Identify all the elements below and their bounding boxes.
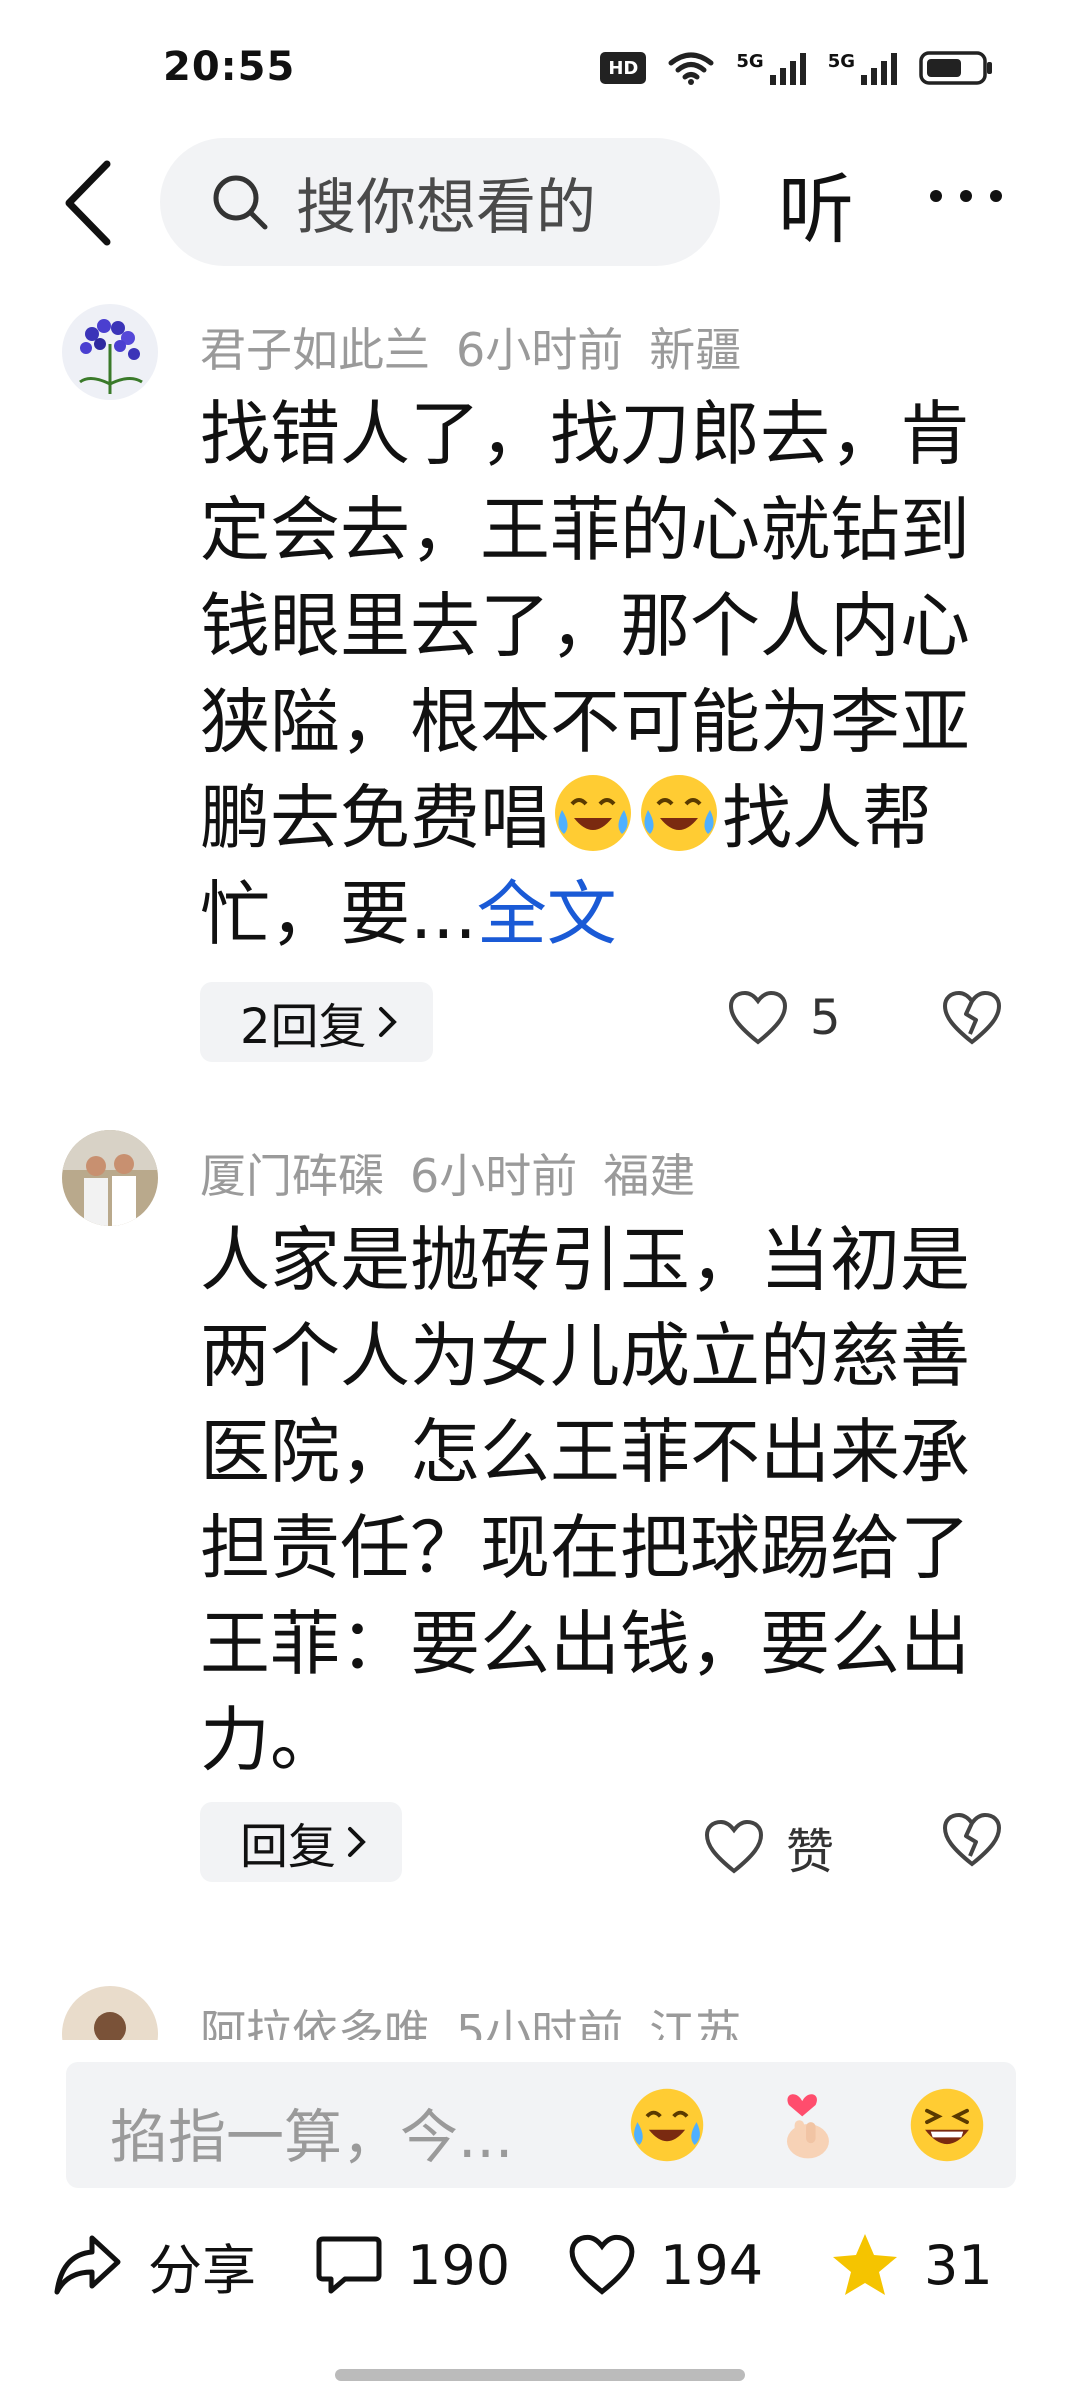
comment-time: 6小时前 — [410, 1149, 578, 1203]
comment-time: 5小时前 — [456, 2005, 624, 2040]
comment-location: 新疆 — [649, 323, 742, 377]
comment-count: 190 — [407, 2233, 511, 2297]
more-options-icon[interactable] — [930, 190, 1002, 202]
chevron-right-icon — [378, 1007, 397, 1037]
avatar[interactable] — [62, 304, 158, 400]
full-text-link[interactable]: 全文 — [477, 873, 617, 955]
heart-icon — [569, 2234, 635, 2295]
status-icons: HD 5G 5G — [600, 50, 995, 86]
comment-username[interactable]: 君子如此兰 — [200, 323, 430, 377]
comment-location: 福建 — [603, 1149, 696, 1203]
signal-icon-2: 5G — [828, 51, 897, 85]
comment-input-placeholder: 掐指一算，今... — [110, 2103, 514, 2171]
grinning-squinting-emoji-icon[interactable] — [906, 2084, 988, 2166]
wifi-icon — [668, 52, 714, 85]
search-icon — [213, 175, 268, 230]
comment-location: 江苏 — [649, 2005, 742, 2040]
comment-text[interactable]: 人家是抛砖引玉，当初是两个人为女儿成立的慈善医院，怎么王菲不出来承担责任？现在把… — [200, 1212, 990, 1788]
comment-meta: 阿拉依多唯 5小时前 江苏 — [200, 1996, 767, 2040]
home-indicator[interactable] — [335, 2369, 745, 2381]
comment-meta: 厦门砗磲 6小时前 福建 — [200, 1140, 721, 1206]
dislike-button[interactable] — [942, 990, 1002, 1050]
status-time: 20:55 — [163, 44, 296, 90]
comment-time: 6小时前 — [456, 323, 624, 377]
crying-laughing-emoji-icon[interactable] — [626, 2084, 708, 2166]
avatar[interactable] — [62, 1130, 158, 1226]
dislike-button[interactable] — [942, 1812, 1002, 1872]
battery-icon — [919, 51, 992, 85]
comment-username[interactable]: 阿拉依多唯 — [200, 2005, 430, 2040]
search-placeholder: 搜你想看的 — [296, 172, 596, 243]
broken-heart-icon — [942, 990, 1002, 1045]
status-bar: 20:55 HD 5G 5G — [0, 0, 1080, 140]
crying-laughing-emoji-icon — [641, 775, 717, 851]
like-post-button[interactable]: 194 — [568, 2210, 763, 2320]
avatar[interactable] — [62, 1986, 158, 2040]
favorite-count: 31 — [924, 2233, 993, 2297]
back-arrow-icon — [65, 160, 111, 246]
comment-bubble-icon — [316, 2236, 382, 2294]
like-label: 赞 — [786, 1824, 835, 1880]
broken-heart-icon — [942, 1812, 1002, 1867]
like-button[interactable]: 赞 — [704, 1812, 834, 1882]
hd-icon: HD — [600, 52, 647, 84]
crying-laughing-emoji-icon — [555, 775, 631, 851]
share-button[interactable]: 分享 — [52, 2210, 256, 2320]
favorite-button[interactable]: 31 — [830, 2210, 993, 2320]
comment-button[interactable]: 190 — [315, 2210, 510, 2320]
chevron-right-icon — [348, 1827, 366, 1857]
comment-item-partial: 阿拉依多唯 5小时前 江苏 — [0, 1960, 1080, 2040]
like-button[interactable]: 5 — [728, 990, 841, 1046]
header: 搜你想看的 听 — [0, 130, 1080, 270]
back-button[interactable] — [52, 158, 122, 248]
comment-input[interactable]: 掐指一算，今... — [66, 2062, 1016, 2188]
heart-icon — [704, 1819, 764, 1874]
search-input[interactable]: 搜你想看的 — [160, 138, 720, 266]
star-icon — [833, 2234, 897, 2295]
reply-button[interactable]: 回复 — [200, 1802, 403, 1882]
reply-button[interactable]: 2回复 — [200, 982, 433, 1062]
bottom-action-bar: 分享 190 194 31 — [0, 2210, 1080, 2320]
heart-icon — [728, 990, 788, 1045]
finger-heart-emoji-icon[interactable] — [766, 2084, 848, 2166]
comment-username[interactable]: 厦门砗磲 — [200, 1149, 384, 1203]
comment-meta: 君子如此兰 6小时前 新疆 — [200, 314, 767, 380]
comment-text[interactable]: 找错人了，找刀郎去，肯定会去，王菲的心就钻到钱眼里去了，那个人内心狭隘，根本不可… — [200, 386, 990, 962]
signal-icon-1: 5G — [736, 51, 806, 85]
share-icon — [54, 2235, 121, 2295]
listen-button[interactable]: 听 — [778, 148, 854, 258]
like-count: 5 — [810, 990, 841, 1046]
like-post-count: 194 — [660, 2233, 764, 2297]
